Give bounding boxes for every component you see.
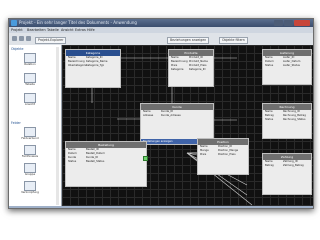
toolbox-item-label: Ansicht: [24, 102, 36, 106]
connector-pin[interactable]: [143, 156, 148, 161]
sidebar-heading-objekte: Objekte: [11, 47, 24, 51]
title-bar[interactable]: Projekt - Ein sehr langer Titel des Doku…: [9, 19, 313, 27]
toolbox-item-label: Verknüpfung: [21, 190, 39, 194]
tab-objekte-filtern[interactable]: Objekte filtern: [219, 37, 248, 44]
app-window: Projekt - Ein sehr langer Titel des Doku…: [8, 18, 314, 209]
entity-field: Adresse Kunde_Adresse: [143, 114, 181, 117]
toolbox-item-label: Gruppe: [24, 172, 36, 176]
entity-table[interactable]: Zahlung Name Zahlung_ID Betrag Zahlung_Bet…: [262, 153, 312, 195]
close-button[interactable]: [294, 20, 310, 26]
tab-projekt-explorer[interactable]: Projekt-Explorer: [35, 37, 67, 44]
entity-field: Status Liefer_Status: [265, 64, 300, 67]
entity-table[interactable]: Bestellung Name Bestell_ID Datum Bestell_D…: [65, 141, 148, 187]
toolbox-item-feldhinweis[interactable]: Feldhinweis: [15, 145, 45, 159]
entity-field: Status Rechnung_Status: [265, 118, 306, 121]
entity-field: Preis Position_Preis: [200, 153, 236, 156]
sidebar-heading-felder: Felder: [11, 121, 21, 125]
toolbox-sidebar: Objekte Relation Tabelle Ansicht Felder …: [9, 45, 62, 208]
maximize-button[interactable]: [284, 20, 293, 26]
entity-table[interactable]: Rechnung Name Rechnung_ID Betrag Rechnung_…: [262, 103, 312, 139]
app-icon: [11, 20, 17, 26]
minimize-button[interactable]: [274, 20, 283, 26]
entity-table[interactable]: Kategorie Name Kategorie_ID BezeichnungKa…: [65, 49, 121, 88]
diagram-canvas[interactable]: Kategorie Name Kategorie_ID BezeichnungKa…: [62, 45, 313, 208]
new-icon[interactable]: [12, 36, 17, 41]
toolbox-item-label: Feldverbund: [21, 136, 39, 140]
toolbox-item-label: Feldhinweis: [21, 154, 39, 158]
toolbox-item-relation[interactable]: Relation: [15, 53, 45, 67]
entity-field: Betrag Zahlung_Betrag: [265, 164, 304, 167]
entity-table[interactable]: Position Name Position_ID Menge Position_M…: [197, 138, 249, 175]
toolbox-item-label: Relation: [24, 62, 36, 66]
status-bar: [9, 206, 313, 208]
save-icon[interactable]: [26, 36, 31, 41]
toolbox-item-tabelle[interactable]: Tabelle: [15, 73, 45, 87]
sidebar-scrollbar[interactable]: [56, 47, 59, 205]
entity-field: Kategorie Kategorie_ID: [171, 68, 206, 71]
open-icon[interactable]: [19, 36, 24, 41]
entity-table[interactable]: Lieferung Name Liefer_ID Datum Liefer_Datu…: [262, 49, 312, 85]
tab-beziehungen[interactable]: Beziehungen anzeigen: [167, 37, 210, 44]
toolbox-item-label: Tabelle: [25, 82, 35, 86]
toolbox-item-ansicht[interactable]: Ansicht: [15, 93, 45, 107]
toolbox-item-feldverbund[interactable]: Feldverbund: [15, 127, 45, 141]
toolbox-item-gruppe[interactable]: Gruppe: [15, 163, 45, 177]
window-title: Projekt - Ein sehr langer Titel des Doku…: [19, 20, 137, 25]
entity-field: Status Bestell_Status: [68, 160, 105, 163]
entity-field: OberkategorieKategorie_Typ: [68, 64, 105, 67]
toolbox-item-verknuepfung[interactable]: Verknüpfung: [15, 181, 45, 195]
entity-table[interactable]: Produkte Name Produkt_ID BezeichnungProdu…: [168, 49, 214, 87]
